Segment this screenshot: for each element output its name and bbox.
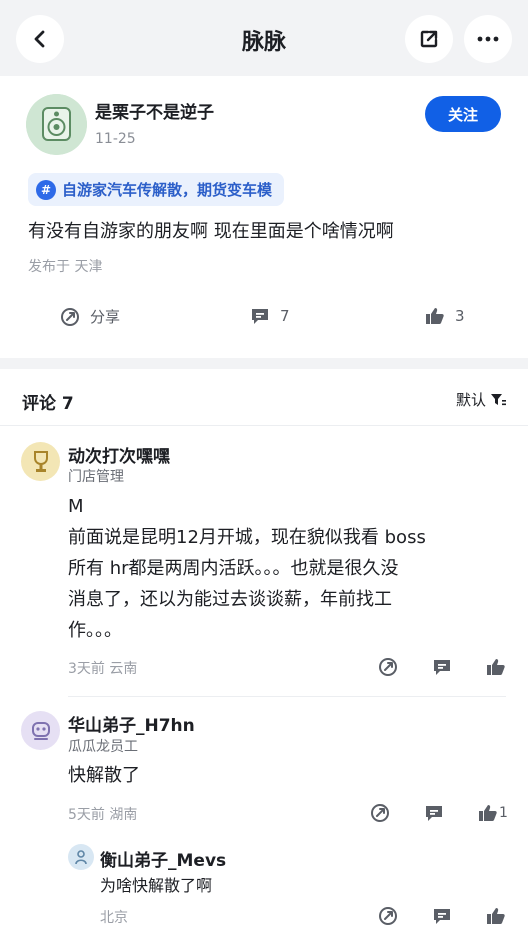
share-icon <box>379 658 397 676</box>
comment-text: M 前面说是昆明12月开城，现在貌似我看 boss 所有 hr都是两周内活跃。。… <box>68 491 426 646</box>
comment-icon <box>434 660 450 675</box>
comment-button[interactable]: 7 <box>250 306 290 326</box>
comments-title: 评论 7 <box>22 394 74 414</box>
like-button[interactable]: 3 <box>425 306 465 326</box>
divider <box>68 696 506 697</box>
comment-icon <box>434 909 450 924</box>
post-card: 是栗子不是逆子 11-25 关注 # 自游家汽车传解散，期货变车模 有没有自游家… <box>0 76 528 358</box>
sort-label: 默认 <box>456 391 487 409</box>
filter-icon <box>490 393 507 407</box>
figure-avatar-icon <box>75 850 87 865</box>
like-count: 3 <box>455 307 465 325</box>
comment-share-button[interactable] <box>370 803 390 823</box>
topic-tag-label: 自游家汽车传解散，期货变车模 <box>62 181 273 199</box>
author-name[interactable]: 是栗子不是逆子 <box>95 98 214 123</box>
share-icon <box>379 907 397 925</box>
comment-count: 7 <box>280 307 290 325</box>
comment-like-button[interactable] <box>486 657 506 677</box>
reply-reply-button[interactable] <box>432 906 452 926</box>
comment-line: M <box>68 496 84 517</box>
post-date: 11-25 <box>95 131 136 147</box>
comment-reply-button[interactable] <box>424 803 444 823</box>
author-avatar[interactable] <box>26 94 87 155</box>
sort-dropdown[interactable]: 默认 <box>456 389 507 410</box>
follow-button[interactable]: 关注 <box>425 96 501 132</box>
commenter-name[interactable]: 华山弟子_H7hn <box>68 711 195 736</box>
post-body: 有没有自游家的朋友啊 现在里面是个啥情况啊 <box>28 221 394 242</box>
commenter-avatar[interactable] <box>21 442 60 481</box>
commenter-role: 门店管理 <box>68 469 124 485</box>
replier-name[interactable]: 衡山弟子_Mevs <box>100 846 226 871</box>
comment-line: 前面说是昆明12月开城，现在貌似我看 boss <box>68 527 426 548</box>
robot-avatar-icon <box>31 721 50 740</box>
comment-meta: 3天前 云南 <box>68 661 138 677</box>
like-icon <box>479 805 497 821</box>
comment-line: 作。。。 <box>68 620 122 641</box>
comment-share-button[interactable] <box>378 657 398 677</box>
like-icon <box>487 659 505 675</box>
comment-line: 所有 hr都是两周内活跃。。。也就是很久没 <box>68 558 399 579</box>
comment-text: 快解散了 <box>68 765 140 786</box>
comment-reply-button[interactable] <box>432 657 452 677</box>
reply-text: 为啥快解散了啊 <box>100 876 213 895</box>
share-out-icon <box>420 30 438 48</box>
reply-like-button[interactable] <box>486 906 506 926</box>
hashtag-icon: # <box>36 179 56 200</box>
reply-share-button[interactable] <box>378 906 398 926</box>
share-icon <box>60 307 80 327</box>
reply-meta: 北京 <box>100 910 128 926</box>
commenter-avatar[interactable] <box>21 711 60 750</box>
more-button[interactable] <box>464 15 512 63</box>
share-label: 分享 <box>90 308 121 326</box>
comment-meta: 5天前 湖南 <box>68 807 138 823</box>
trophy-avatar-icon <box>33 450 48 472</box>
more-icon <box>477 36 499 42</box>
comment-like-button[interactable]: 1 <box>478 803 508 823</box>
commenter-role: 瓜瓜龙员工 <box>68 739 138 755</box>
comments-section: 评论 7 默认 动次打次嘿嘿 门店管理 M 前面说是昆明12月开城，现在貌似我看… <box>0 369 528 935</box>
commenter-name[interactable]: 动次打次嘿嘿 <box>68 442 170 467</box>
share-out-button[interactable] <box>405 15 453 63</box>
comment-line: 消息了，还以为能过去谈谈薪，年前找工 <box>68 589 392 610</box>
comment-icon <box>426 806 442 821</box>
divider <box>0 425 528 426</box>
replier-avatar[interactable] <box>68 844 94 870</box>
post-location: 发布于 天津 <box>28 259 103 275</box>
like-icon <box>425 306 445 326</box>
topic-tag[interactable]: # 自游家汽车传解散，期货变车模 <box>28 173 285 206</box>
comment-icon <box>250 306 270 326</box>
share-icon <box>371 804 389 822</box>
top-bar: 脉脉 <box>0 0 528 76</box>
share-button[interactable]: 分享 <box>60 306 120 327</box>
comment-like-count: 1 <box>499 805 508 821</box>
speaker-avatar-icon <box>26 94 87 155</box>
like-icon <box>487 908 505 924</box>
